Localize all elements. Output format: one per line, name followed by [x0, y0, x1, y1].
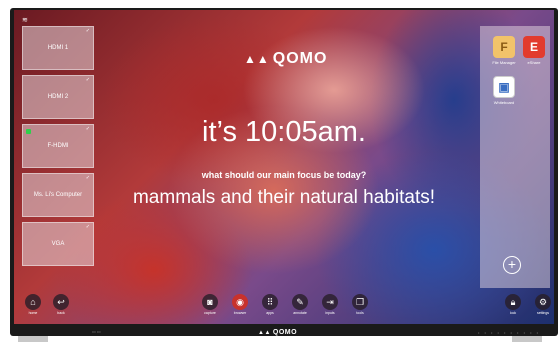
whiteboard-icon: ▣: [493, 76, 515, 98]
bezel-ports: ▭ ▭: [92, 329, 101, 334]
app-eshare[interactable]: E eShare: [514, 36, 554, 65]
add-app-button[interactable]: +: [503, 256, 521, 274]
capture-button[interactable]: ◙ capture: [195, 294, 225, 315]
app-label: Whiteboard: [493, 100, 515, 105]
back-button[interactable]: ↩ back: [46, 294, 76, 315]
stand-right: [512, 336, 542, 342]
bezel-buttons[interactable]: • • • • • • • • • •: [478, 330, 540, 335]
dock-label: apps: [266, 311, 274, 315]
source-label: VGA: [51, 241, 65, 247]
stand-left: [18, 336, 48, 342]
browser-icon: ◉: [232, 294, 248, 310]
dock-label: tools: [356, 311, 364, 315]
gear-icon: ⚙: [535, 294, 551, 310]
lock-icon: 🔒︎: [505, 294, 521, 310]
bezel-logo: ▲▲ QOMO: [258, 329, 298, 336]
home-screen: ≋ ✓ HDMI 1 ✓ HDMI 2 ✓ F-HDMI ✓ Ms. Li's …: [14, 10, 554, 324]
qomo-logo-icon: ▲▲: [244, 52, 270, 66]
input-icon: ⇥: [322, 294, 338, 310]
app-label: eShare: [527, 60, 541, 65]
browser-button[interactable]: ◉ browser: [225, 294, 255, 315]
tools-button[interactable]: ❐ tools: [345, 294, 375, 315]
dock-label: settings: [536, 311, 550, 315]
focus-answer[interactable]: mammals and their natural habitats!: [14, 187, 554, 209]
checkmark-icon: ✓: [85, 77, 90, 83]
apps-button[interactable]: ⠿ apps: [255, 294, 285, 315]
app-panel: [480, 26, 550, 288]
source-label: HDMI 2: [47, 94, 69, 100]
dock-label: browser: [233, 311, 247, 315]
dock-label: inputs: [325, 311, 335, 315]
plus-icon: +: [507, 256, 517, 272]
source-hdmi1[interactable]: ✓ HDMI 1: [22, 26, 94, 70]
file-manager-icon: F: [493, 36, 515, 58]
source-hdmi2[interactable]: ✓ HDMI 2: [22, 75, 94, 119]
dock-label: lock: [509, 311, 517, 315]
camera-icon: ◙: [202, 294, 218, 310]
source-vga[interactable]: ✓ VGA: [22, 222, 94, 266]
brand-logo: ▲▲ QOMO: [244, 50, 328, 67]
dock-label: back: [57, 311, 65, 315]
checkmark-icon: ✓: [85, 224, 90, 230]
back-icon: ↩: [53, 294, 69, 310]
dock-label: capture: [204, 311, 216, 315]
clock-text: it’s 10:05am.: [202, 116, 366, 148]
settings-button[interactable]: ⚙ settings: [528, 294, 554, 315]
inputs-button[interactable]: ⇥ inputs: [315, 294, 345, 315]
home-button[interactable]: ⌂ home: [18, 294, 48, 315]
annotate-button[interactable]: ✎ annotate: [285, 294, 315, 315]
apps-grid-icon: ⠿: [262, 294, 278, 310]
qomo-logo-icon: ▲▲: [258, 330, 271, 336]
eshare-icon: E: [523, 36, 545, 58]
home-icon: ⌂: [25, 294, 41, 310]
dock-label: home: [28, 311, 38, 315]
app-whiteboard[interactable]: ▣ Whiteboard: [484, 76, 524, 105]
checkmark-icon: ✓: [85, 28, 90, 34]
dock-label: annotate: [293, 311, 307, 315]
wifi-icon: ≋: [22, 17, 28, 24]
lock-button[interactable]: 🔒︎ lock: [498, 294, 528, 315]
pen-icon: ✎: [292, 294, 308, 310]
source-label: HDMI 1: [47, 45, 69, 51]
tools-icon: ❐: [352, 294, 368, 310]
focus-question: what should our main focus be today?: [201, 170, 367, 180]
